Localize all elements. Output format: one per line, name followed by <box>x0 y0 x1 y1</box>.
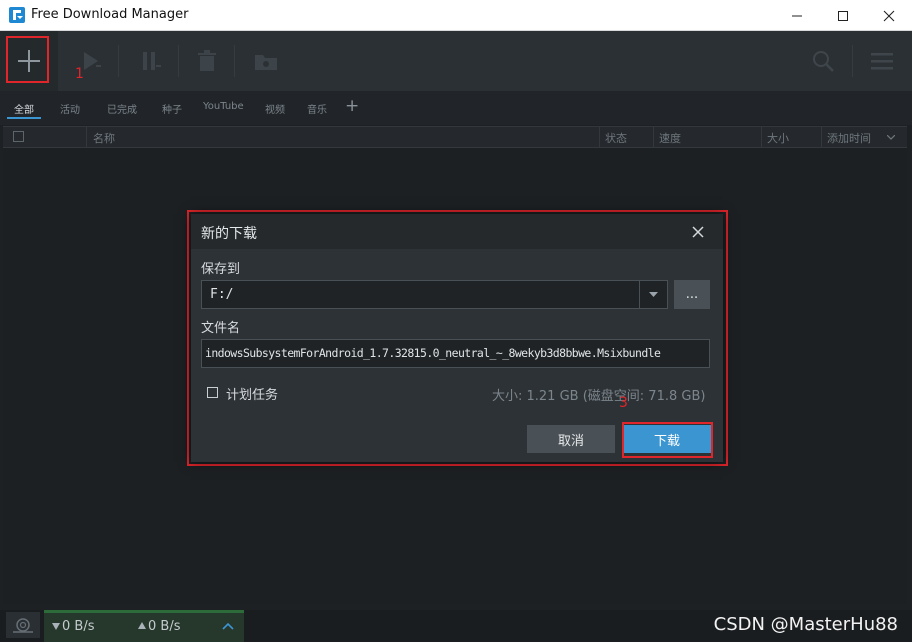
save-to-combobox[interactable]: F:/ <box>201 280 668 309</box>
watermark: CSDN @MasterHu88 <box>713 614 898 635</box>
folder-icon <box>255 55 277 70</box>
column-name[interactable]: 名称 <box>93 130 115 146</box>
tab-music[interactable]: 音乐 <box>307 101 327 116</box>
close-icon <box>883 10 895 21</box>
column-divider <box>599 127 600 147</box>
chevron-up-icon[interactable] <box>222 622 234 630</box>
column-status[interactable]: 状态 <box>605 130 627 146</box>
speed-graph-bar <box>44 610 244 613</box>
dropdown-arrow-icon[interactable] <box>649 292 658 298</box>
dialog-header: 新的下载 <box>191 214 723 249</box>
title-bar: Free Download Manager <box>0 0 912 31</box>
column-size[interactable]: 大小 <box>767 130 789 146</box>
annotation-box-download <box>622 422 713 458</box>
schedule-label[interactable]: 计划任务 <box>226 384 278 403</box>
sort-chevron-down-icon <box>887 135 895 140</box>
minimize-icon <box>792 15 802 16</box>
close-icon <box>692 226 704 238</box>
tab-all[interactable]: 全部 <box>14 101 34 116</box>
column-divider <box>653 127 654 147</box>
toolbar-divider <box>178 45 179 77</box>
status-bar: 0 B/s 0 B/s CSDN @MasterHu88 <box>0 610 912 642</box>
tab-completed[interactable]: 已完成 <box>107 101 137 116</box>
save-to-value[interactable]: F:/ <box>210 287 233 302</box>
cancel-button[interactable]: 取消 <box>527 425 615 453</box>
download-arrow-icon <box>52 623 60 630</box>
size-info: 大小: 1.21 GB (磁盘空间: 71.8 GB) <box>492 389 706 404</box>
dialog-close-button[interactable] <box>688 222 708 242</box>
download-list-header: 名称 状态 速度 大小 添加时间 <box>3 126 907 148</box>
select-all-checkbox[interactable] <box>13 131 24 142</box>
window-title: Free Download Manager <box>31 7 189 22</box>
annotation-box-add <box>6 36 49 83</box>
search-icon <box>813 51 834 72</box>
tab-torrents[interactable]: 种子 <box>162 101 182 116</box>
active-tab-indicator <box>7 117 41 119</box>
resume-button[interactable] <box>70 31 110 91</box>
save-to-label: 保存到 <box>201 262 241 277</box>
trash-icon <box>198 50 216 71</box>
add-tab-button[interactable]: + <box>345 96 359 116</box>
column-added[interactable]: 添加时间 <box>827 130 871 146</box>
close-window-button[interactable] <box>866 0 912 31</box>
filename-value[interactable]: indowsSubsystemForAndroid_1.7.32815.0_ne… <box>205 346 661 360</box>
upload-arrow-icon <box>138 622 146 629</box>
speed-indicator: 0 B/s 0 B/s <box>44 610 244 642</box>
column-speed[interactable]: 速度 <box>659 130 681 146</box>
column-divider <box>761 127 762 147</box>
upload-speed: 0 B/s <box>148 619 181 634</box>
tab-youtube[interactable]: YouTube <box>203 101 244 112</box>
schedule-checkbox[interactable] <box>207 387 218 398</box>
snail-icon <box>13 618 33 633</box>
main-menu-button[interactable] <box>860 31 904 91</box>
open-folder-button[interactable] <box>246 31 286 91</box>
app-logo-icon <box>9 7 25 23</box>
download-speed: 0 B/s <box>62 619 95 634</box>
category-tabs: 全部 活动 已完成 种子 YouTube 视频 音乐 + <box>0 91 912 125</box>
pause-button[interactable] <box>130 31 170 91</box>
filename-input[interactable]: indowsSubsystemForAndroid_1.7.32815.0_ne… <box>201 339 710 368</box>
minimize-button[interactable] <box>774 0 820 31</box>
tab-active[interactable]: 活动 <box>60 101 80 116</box>
main-toolbar <box>0 31 912 91</box>
pause-icon <box>143 52 161 70</box>
maximize-button[interactable] <box>820 0 866 31</box>
filename-label: 文件名 <box>201 321 241 336</box>
annotation-step-1: 1 <box>75 66 84 82</box>
browse-folder-button[interactable]: ... <box>674 280 710 309</box>
snail-mode-button[interactable] <box>6 612 40 638</box>
dialog-title: 新的下载 <box>201 226 257 242</box>
annotation-step-3: 3 <box>619 395 628 411</box>
column-divider <box>86 127 87 147</box>
search-button[interactable] <box>800 31 846 91</box>
maximize-icon <box>838 10 848 21</box>
toolbar-divider <box>852 45 853 77</box>
delete-button[interactable] <box>188 31 226 91</box>
toolbar-divider <box>234 45 235 77</box>
column-divider <box>821 127 822 147</box>
menu-icon <box>871 53 893 70</box>
toolbar-divider <box>118 45 119 77</box>
tab-video[interactable]: 视频 <box>265 101 285 116</box>
combobox-divider <box>639 281 640 308</box>
